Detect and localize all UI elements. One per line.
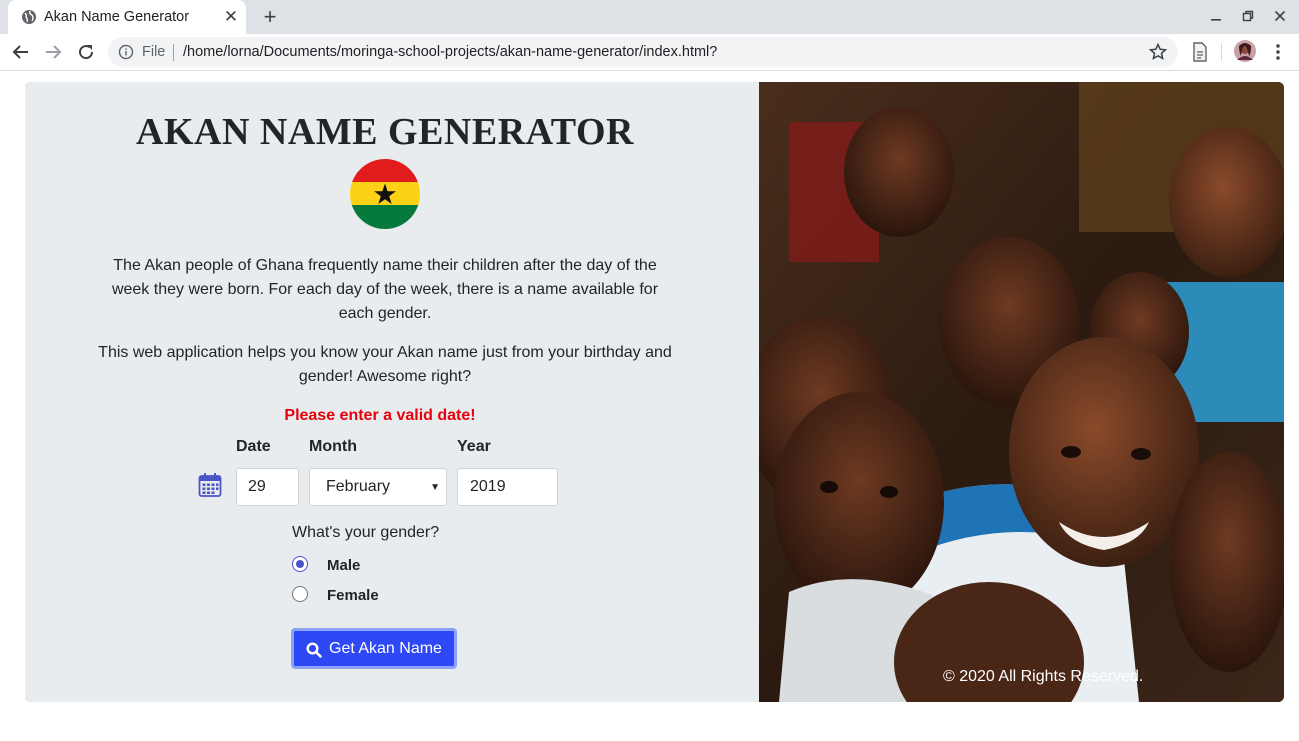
browser-tab[interactable]: Akan Name Generator ✕ — [8, 0, 246, 34]
gender-radio-male[interactable] — [292, 556, 308, 572]
children-photo-image — [759, 82, 1284, 702]
tab-title: Akan Name Generator — [44, 9, 190, 25]
date-label: Date — [236, 438, 271, 455]
ghana-flag-icon — [350, 159, 420, 229]
toolbar-divider — [1221, 43, 1222, 61]
get-akan-name-label: Get Akan Name — [329, 640, 442, 657]
year-input-value: 2019 — [470, 478, 506, 495]
month-label: Month — [309, 438, 357, 455]
kebab-menu-icon[interactable] — [1270, 43, 1286, 61]
gender-label-female[interactable]: Female — [327, 587, 379, 604]
gender-radio-female[interactable] — [292, 586, 308, 602]
get-akan-name-button[interactable]: Get Akan Name — [291, 628, 457, 669]
tab-strip: Akan Name Generator ✕ + — [0, 0, 1299, 34]
gender-label-male[interactable]: Male — [327, 557, 360, 574]
month-select-value: February — [326, 478, 391, 495]
search-icon — [306, 642, 322, 658]
browser-toolbar: File /home/lorna/Documents/moringa-schoo… — [0, 34, 1299, 71]
tab-close-icon[interactable]: ✕ — [222, 8, 240, 26]
page-title: AKAN NAME GENERATOR — [136, 111, 634, 153]
new-tab-button[interactable]: + — [258, 5, 282, 29]
address-divider — [173, 44, 174, 61]
address-bar[interactable]: File /home/lorna/Documents/moringa-schoo… — [108, 37, 1178, 67]
generator-panel: AKAN NAME GENERATOR The Akan people of G… — [25, 82, 759, 702]
info-icon[interactable] — [118, 44, 134, 60]
arrow-left-icon[interactable] — [9, 40, 33, 64]
intro-paragraph: The Akan people of Ghana frequently name… — [111, 257, 659, 322]
globe-icon — [22, 10, 36, 24]
url-text[interactable]: /home/lorna/Documents/moringa-school-pro… — [183, 44, 717, 60]
gender-question: What's your gender? — [292, 524, 440, 541]
restore-icon[interactable] — [1236, 6, 1260, 28]
minimize-icon[interactable] — [1204, 6, 1228, 28]
month-select[interactable]: February ▼ — [309, 468, 447, 506]
calendar-icon — [198, 473, 222, 497]
star-icon[interactable] — [1148, 42, 1168, 62]
year-input[interactable]: 2019 — [457, 468, 558, 506]
dropdown-arrow-icon: ▼ — [430, 482, 440, 493]
error-message: Please enter a valid date! — [284, 407, 476, 424]
date-input-value: 29 — [248, 478, 266, 495]
window-close-icon[interactable] — [1268, 6, 1292, 28]
copyright-text: © 2020 All Rights Reserved. — [943, 668, 1144, 685]
page-icon[interactable] — [1192, 42, 1208, 62]
date-input[interactable]: 29 — [236, 468, 299, 506]
arrow-right-icon[interactable] — [41, 40, 65, 64]
reload-icon[interactable] — [74, 40, 98, 64]
year-label: Year — [457, 438, 491, 455]
hero-photo: © 2020 All Rights Reserved. — [759, 82, 1284, 702]
file-scheme-label: File — [142, 44, 166, 60]
app-description: This web application helps you know your… — [98, 344, 672, 385]
avatar[interactable] — [1234, 40, 1256, 62]
